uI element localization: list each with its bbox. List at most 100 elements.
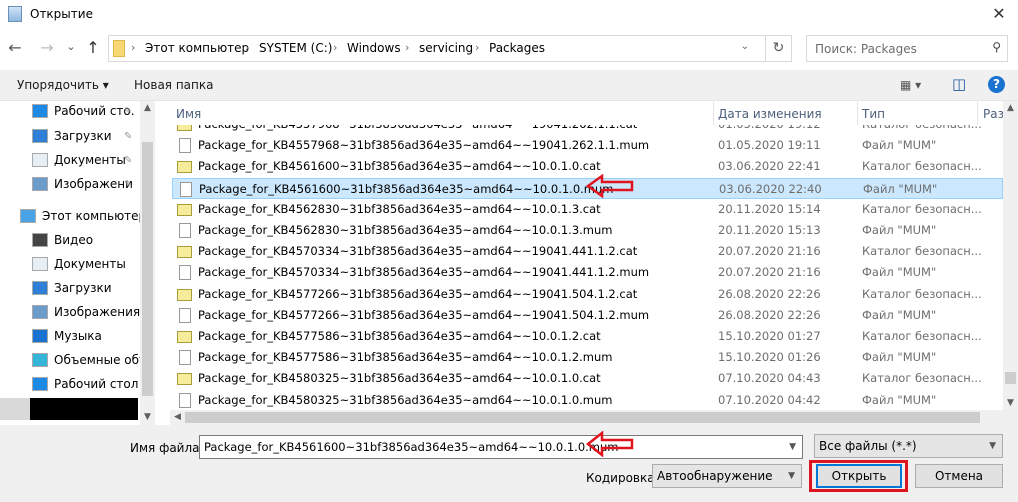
- file-name: Package_for_KB4577586~31bf3856ad364e35~a…: [198, 350, 613, 365]
- desktop-icon: [32, 104, 48, 118]
- pin-icon[interactable]: ✎: [124, 106, 132, 117]
- sidebar-item-label: Музыка: [54, 329, 102, 343]
- pin-icon[interactable]: ✎: [124, 131, 132, 142]
- sidebar-item-label: Документы: [54, 153, 126, 167]
- file-name: Package_for_KB4570334~31bf3856ad364e35~a…: [198, 244, 638, 259]
- up-button[interactable]: ↑: [84, 38, 102, 57]
- file-icon: [179, 223, 191, 238]
- search-icon: ⚲: [992, 40, 1001, 54]
- cancel-button[interactable]: Отмена: [915, 464, 1003, 488]
- file-type: Каталог безопасн...: [862, 244, 982, 259]
- column-type[interactable]: Тип: [862, 107, 885, 121]
- chevron-down-icon[interactable]: ▼: [789, 442, 796, 452]
- sidebar-item-video[interactable]: Видео: [30, 230, 140, 252]
- scroll-up-icon[interactable]: ▲: [1003, 103, 1018, 113]
- file-date: 20.07.2020 21:16: [718, 265, 821, 280]
- file-icon: [179, 138, 191, 154]
- breadcrumb-packages[interactable]: Packages: [489, 41, 545, 55]
- notepad-icon: [8, 6, 22, 22]
- 3d-objects-icon: [32, 353, 48, 367]
- column-size[interactable]: Раз: [983, 107, 1003, 121]
- file-row[interactable]: Package_for_KB4580325~31bf3856ad364e35~a…: [172, 390, 1003, 410]
- annotation-highlight-box: [809, 460, 908, 492]
- file-row[interactable]: Package_for_KB4577266~31bf3856ad364e35~a…: [172, 305, 1003, 326]
- sidebar-item-download[interactable]: Загрузки: [30, 278, 140, 300]
- scroll-left-icon[interactable]: ◀: [170, 412, 185, 422]
- file-name: Package_for_KB4562830~31bf3856ad364e35~a…: [198, 223, 613, 237]
- file-row[interactable]: Package_for_KB4577586~31bf3856ad364e35~a…: [172, 326, 1003, 347]
- new-folder-button[interactable]: Новая папка: [134, 78, 213, 92]
- breadcrumb-windows[interactable]: Windows: [347, 41, 401, 55]
- file-type: Файл "MUM": [863, 181, 938, 196]
- search-input[interactable]: Поиск: Packages ⚲: [806, 35, 1008, 62]
- file-row[interactable]: Package_for_KB4557968~31bf3856ad364e35~a…: [172, 135, 1003, 156]
- column-name[interactable]: Имя: [176, 107, 201, 121]
- file-type: Каталог безопасн...: [862, 201, 982, 216]
- file-list[interactable]: Package_for_KB4557968~31bf3856ad364e35~a…: [170, 101, 1003, 410]
- refresh-button[interactable]: ↻: [765, 36, 791, 61]
- catalog-file-icon: [177, 373, 192, 386]
- breadcrumb-drive[interactable]: SYSTEM (C:): [259, 41, 332, 55]
- file-icon: [179, 265, 191, 281]
- recent-locations-button[interactable]: ⌄: [62, 40, 80, 53]
- sidebar-item-3d-objects[interactable]: Объемные объ: [30, 350, 140, 372]
- file-row[interactable]: Package_for_KB4562830~31bf3856ad364e35~a…: [172, 199, 1003, 220]
- file-type: Файл "MUM": [862, 307, 937, 322]
- file-row[interactable]: Package_for_KB4580325~31bf3856ad364e35~a…: [172, 368, 1003, 389]
- sidebar-item-label: Видео: [54, 233, 94, 247]
- file-icon: [179, 307, 191, 323]
- vertical-scroll-thumb[interactable]: [1005, 372, 1016, 384]
- redacted-item: [30, 398, 138, 420]
- file-type: Каталог безопасн...: [862, 286, 982, 301]
- file-row[interactable]: Package_for_KB4570334~31bf3856ad364e35~a…: [172, 241, 1003, 262]
- view-options-button[interactable]: ▦ ▾: [900, 78, 921, 92]
- back-button[interactable]: ←: [6, 38, 24, 57]
- breadcrumb-servicing[interactable]: servicing: [419, 41, 473, 55]
- sidebar-item-label: Этот компьютер: [42, 209, 140, 223]
- file-type: Файл "MUM": [862, 265, 937, 280]
- address-dropdown-icon[interactable]: ⌄: [741, 41, 749, 52]
- sidebar-item-label: Изображения: [54, 305, 140, 319]
- file-type: Файл "MUM": [862, 350, 937, 365]
- horizontal-scroll-thumb[interactable]: [185, 412, 980, 423]
- pin-icon[interactable]: ✎: [124, 179, 132, 190]
- file-icon: [179, 392, 191, 408]
- breadcrumb-computer[interactable]: Этот компьютер: [145, 41, 249, 55]
- forward-button[interactable]: →: [38, 38, 56, 57]
- sidebar-scroll-up-icon[interactable]: ▲: [140, 103, 155, 113]
- sidebar-item-desktop[interactable]: Рабочий стол: [30, 374, 140, 396]
- file-date: 20.07.2020 21:16: [718, 244, 821, 259]
- filename-input[interactable]: Package_for_KB4561600~31bf3856ad364e35~a…: [199, 435, 803, 459]
- sidebar-item-documents[interactable]: Документы: [30, 254, 140, 276]
- encoding-select[interactable]: Автообнаружение ▼: [652, 464, 802, 488]
- sidebar-item-label: Рабочий стол: [54, 377, 139, 391]
- sidebar-item-pictures[interactable]: Изображения: [30, 302, 140, 324]
- annotation-arrow-icon: [586, 431, 634, 457]
- scroll-down-icon[interactable]: ▼: [1003, 398, 1018, 408]
- address-bar[interactable]: › Этот компьютер › SYSTEM (C:) › Windows…: [108, 35, 792, 62]
- file-row[interactable]: Package_for_KB4562830~31bf3856ad364e35~a…: [172, 220, 1003, 241]
- file-name: Package_for_KB4557968~31bf3856ad364e35~a…: [198, 138, 650, 153]
- column-date[interactable]: Дата изменения: [718, 107, 822, 121]
- organize-button[interactable]: Упорядочить ▾: [17, 78, 109, 92]
- pin-icon[interactable]: ✎: [124, 155, 132, 166]
- download-icon: [32, 281, 48, 295]
- sidebar-item-label: Загрузки: [54, 281, 112, 295]
- help-button[interactable]: ?: [988, 76, 1005, 93]
- file-row[interactable]: Package_for_KB4577586~31bf3856ad364e35~a…: [172, 347, 1003, 368]
- file-date: 26.08.2020 22:26: [718, 286, 821, 301]
- encoding-label: Кодировка:: [586, 471, 659, 485]
- sidebar-scroll-thumb[interactable]: [142, 142, 153, 396]
- catalog-file-icon: [177, 246, 192, 259]
- sidebar-item-label: Объемные объ: [54, 353, 140, 367]
- file-type-filter[interactable]: Все файлы (*.*) ▼: [814, 434, 1003, 458]
- preview-pane-button[interactable]: ◫: [952, 75, 966, 93]
- file-date: 26.08.2020 22:26: [718, 307, 821, 322]
- file-row[interactable]: Package_for_KB4570334~31bf3856ad364e35~a…: [172, 262, 1003, 283]
- catalog-file-icon: [177, 288, 192, 301]
- sidebar-item-computer[interactable]: Этот компьютер: [18, 206, 140, 228]
- close-button[interactable]: ✕: [986, 2, 1012, 26]
- sidebar-scroll-down-icon[interactable]: ▼: [140, 412, 155, 422]
- sidebar-item-music[interactable]: Музыка: [30, 326, 140, 348]
- file-row[interactable]: Package_for_KB4577266~31bf3856ad364e35~a…: [172, 284, 1003, 305]
